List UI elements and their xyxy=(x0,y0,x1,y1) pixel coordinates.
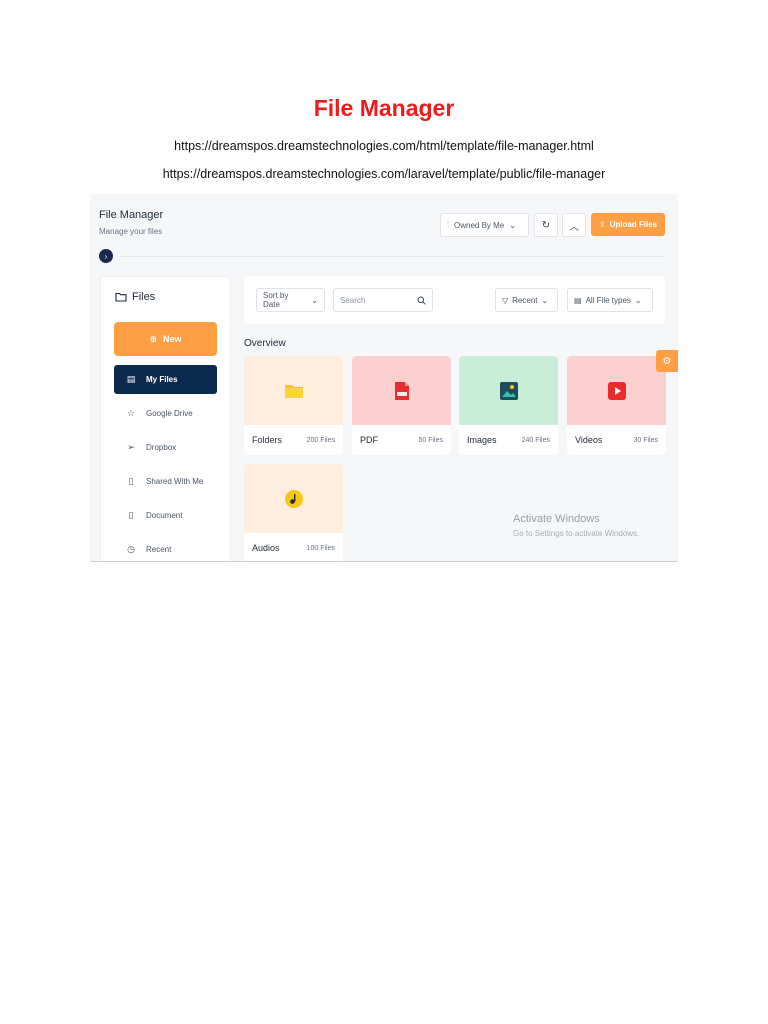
card-count: 50 Files xyxy=(418,436,443,444)
card-count: 100 Files xyxy=(306,544,335,552)
sidebar-heading: Files xyxy=(115,291,155,303)
sidebar-item-dropbox[interactable]: ➢ Dropbox xyxy=(114,433,217,462)
file-icon: ▯ xyxy=(128,510,134,520)
page-title: File Manager xyxy=(99,209,164,221)
card-count: 200 Files xyxy=(306,436,335,444)
image-icon xyxy=(499,381,518,400)
filter-bar: Sort by Date ⌄ Search ▽ Recent ⌄ ▤ All F… xyxy=(244,276,665,324)
owned-by-select[interactable]: ⫶ Owned By Me ⌄ xyxy=(440,213,529,237)
pdf-icon xyxy=(394,381,409,400)
chevron-down-icon: ⌄ xyxy=(509,220,516,230)
overview-heading: Overview xyxy=(244,338,286,349)
files-sidebar: Files ⊕ New ▤ My Files ☆ Google Drive ➢ … xyxy=(100,276,231,561)
header-divider xyxy=(120,256,665,257)
refresh-icon: ↻ xyxy=(541,219,551,231)
recent-label: Recent xyxy=(512,295,538,305)
chevron-down-icon: ⌄ xyxy=(634,295,642,305)
music-icon xyxy=(284,489,303,508)
plus-circle-icon: ⊕ xyxy=(149,333,158,344)
card-name: Folders xyxy=(252,435,283,445)
card-preview xyxy=(244,356,343,425)
clock-icon: ◷ xyxy=(127,544,135,554)
document-title: File Manager xyxy=(313,95,455,121)
chevron-up-icon: ︿ xyxy=(569,221,579,233)
card-name: Videos xyxy=(575,435,603,445)
card-count: 30 Files xyxy=(633,436,658,444)
document-link-html[interactable]: https://dreamspos.dreamstechnologies.com… xyxy=(0,139,768,153)
card-pdf[interactable]: PDF 50 Files xyxy=(352,356,451,455)
watermark-subtitle: Go to Settings to activate Windows. xyxy=(513,529,640,538)
card-preview xyxy=(352,356,451,425)
file-icon: ▤ xyxy=(126,374,136,384)
file-types-label: All File types xyxy=(585,295,631,305)
search-icon xyxy=(417,296,426,305)
sliders-icon: ⫶ xyxy=(447,220,449,229)
sidebar-toggle-button[interactable]: › xyxy=(99,249,113,263)
search-input[interactable]: Search xyxy=(333,288,433,312)
sidebar-item-label: My Files xyxy=(146,375,178,384)
sidebar-item-document[interactable]: ▯ Document xyxy=(114,501,217,530)
chevron-down-icon: ⌄ xyxy=(541,295,549,305)
folder-icon xyxy=(284,384,303,398)
sidebar-item-label: Dropbox xyxy=(146,443,177,452)
send-icon: ➢ xyxy=(127,442,135,452)
sidebar-item-label: Document xyxy=(146,511,183,520)
card-audios[interactable]: Audios 100 Files xyxy=(244,464,343,561)
upload-icon: ⇪ xyxy=(598,220,606,229)
gear-icon: ⚙ xyxy=(662,355,672,367)
search-placeholder: Search xyxy=(340,295,366,305)
file-icon: ▯ xyxy=(128,476,134,486)
file-manager-screenshot: File Manager Manage your files ⫶ Owned B… xyxy=(90,194,678,562)
watermark-title: Activate Windows xyxy=(513,513,600,525)
sidebar-heading-label: Files xyxy=(132,291,156,303)
filter-icon: ▽ xyxy=(502,295,509,305)
recent-filter-select[interactable]: ▽ Recent ⌄ xyxy=(495,288,558,312)
owned-by-label: Owned By Me xyxy=(454,220,505,230)
file-icon: ▤ xyxy=(574,295,582,305)
card-name: Images xyxy=(467,435,497,445)
card-name: PDF xyxy=(360,435,378,445)
card-videos[interactable]: Videos 30 Files xyxy=(567,356,666,455)
card-images[interactable]: Images 240 Files xyxy=(459,356,558,455)
star-icon: ☆ xyxy=(126,408,136,418)
card-preview xyxy=(244,464,343,533)
collapse-button[interactable]: ︿ xyxy=(562,213,586,237)
video-icon xyxy=(607,381,626,400)
card-preview xyxy=(567,356,666,425)
page-subtitle: Manage your files xyxy=(99,227,163,236)
new-button[interactable]: ⊕ New xyxy=(114,322,217,356)
settings-button[interactable]: ⚙ xyxy=(656,350,678,372)
document-link-laravel[interactable]: https://dreamspos.dreamstechnologies.com… xyxy=(0,167,768,181)
card-count: 240 Files xyxy=(521,436,550,444)
folder-outline-icon xyxy=(115,292,127,302)
chevron-right-icon: › xyxy=(104,251,108,261)
card-name: Audios xyxy=(252,543,280,553)
sidebar-item-label: Recent xyxy=(146,545,172,554)
upload-files-button[interactable]: ⇪ Upload Files xyxy=(591,213,665,236)
sort-label: Sort by Date xyxy=(263,291,289,309)
upload-files-label: Upload Files xyxy=(609,220,658,229)
sort-select[interactable]: Sort by Date ⌄ xyxy=(256,288,325,312)
sidebar-item-label: Shared With Me xyxy=(146,477,204,486)
sidebar-item-label: Google Drive xyxy=(146,409,193,418)
sidebar-item-my-files[interactable]: ▤ My Files xyxy=(114,365,217,394)
card-folders[interactable]: Folders 200 Files xyxy=(244,356,343,455)
new-button-label: New xyxy=(163,334,182,344)
sidebar-item-recent[interactable]: ◷ Recent xyxy=(114,535,217,561)
sidebar-item-shared-with-me[interactable]: ▯ Shared With Me xyxy=(114,467,217,496)
sidebar-item-google-drive[interactable]: ☆ Google Drive xyxy=(114,399,217,428)
refresh-button[interactable]: ↻ xyxy=(534,213,558,237)
card-preview xyxy=(459,356,558,425)
chevron-down-icon: ⌄ xyxy=(311,295,318,305)
file-types-select[interactable]: ▤ All File types ⌄ xyxy=(567,288,653,312)
